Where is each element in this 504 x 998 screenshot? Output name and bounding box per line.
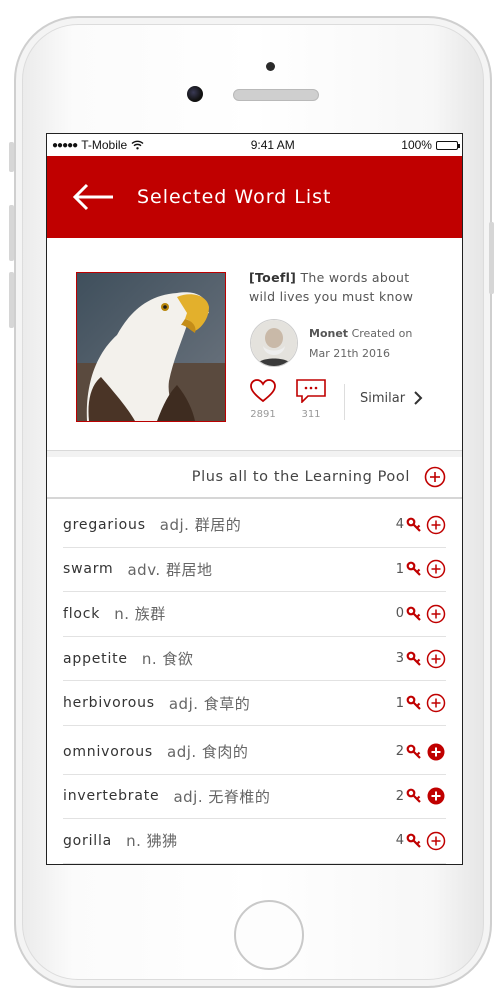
plus-all-button[interactable]: Plus all to the Learning Pool: [47, 451, 462, 499]
word-actions: 1: [396, 559, 446, 579]
heart-icon[interactable]: [250, 379, 276, 403]
word-actions: 0: [396, 604, 446, 624]
key-count: 3: [395, 651, 404, 667]
author-info: Monet Created on Mar 21th 2016: [309, 324, 412, 364]
carrier: T-Mobile: [81, 138, 128, 152]
word-actions: 4: [396, 831, 446, 851]
word-row[interactable]: invertebrate adj. 无脊椎的 2: [63, 775, 446, 820]
plus-circle-icon[interactable]: [426, 604, 446, 624]
word-definition: adj. 群居的: [159, 516, 242, 535]
front-camera: [187, 86, 203, 102]
word-row[interactable]: appetite n. 食欲 3: [63, 637, 446, 682]
word-definition: n. 族群: [114, 605, 166, 624]
arrow-left-icon[interactable]: [71, 182, 115, 212]
word-text[interactable]: appetite: [63, 651, 128, 667]
key-icon: [406, 561, 421, 577]
word-text[interactable]: invertebrate: [63, 788, 159, 804]
signal-icon: ●●●●●: [52, 139, 78, 151]
like-count: 2891: [250, 409, 276, 420]
word-row[interactable]: toiling4: [63, 864, 446, 865]
key-count: 1: [395, 561, 404, 577]
word-row[interactable]: swarm adv. 群居地 1: [63, 548, 446, 593]
plus-circle-icon[interactable]: [426, 649, 446, 669]
word-text[interactable]: swarm: [63, 561, 113, 577]
word-definition: n. 食欲: [141, 650, 194, 669]
mute-switch: [9, 142, 14, 172]
key-count: 1: [395, 695, 404, 711]
chevron-right-icon: [414, 391, 423, 405]
word-actions: 2: [396, 786, 446, 806]
earpiece-speaker: [233, 89, 319, 101]
divider: [344, 384, 345, 420]
word-definition: adj. 食肉的: [167, 743, 249, 762]
key-icon: [406, 606, 421, 621]
word-text[interactable]: flock: [63, 606, 100, 622]
word-row[interactable]: omnivorous adj. 食肉的 2: [63, 726, 446, 775]
status-time: 9:41 AM: [250, 138, 295, 152]
word-actions: 4: [396, 515, 446, 535]
author-avatar[interactable]: [250, 319, 298, 367]
plus-circle-icon[interactable]: [426, 831, 446, 851]
comment-icon[interactable]: [296, 379, 326, 404]
word-list: gregarious adj. 群居的 4 swarm adv. 群居地 1 flock n.…: [47, 499, 462, 865]
key-count: 4: [395, 833, 404, 849]
key-icon: [406, 695, 421, 710]
power-button: [489, 222, 494, 294]
word-row[interactable]: flock n. 族群 0: [63, 592, 446, 637]
app-screen: ●●●●● T-Mobile 9:41 AM 100% Selected Wor…: [46, 133, 463, 865]
word-definition: adj. 食草的: [168, 694, 251, 713]
word-row[interactable]: gorilla n. 狒狒 4: [63, 819, 446, 864]
battery-icon: [435, 140, 460, 150]
word-row[interactable]: gregarious adj. 群居的 4: [63, 499, 446, 548]
key-icon: [406, 744, 421, 759]
word-actions: 1: [396, 693, 446, 713]
list-info-card: [Toefl] The words about wild lives you m…: [47, 238, 462, 451]
list-description: [Toefl] The words about wild lives you m…: [249, 268, 439, 306]
wifi-icon: [131, 140, 144, 150]
like-stat[interactable]: 2891: [243, 379, 283, 420]
plus-circle-icon[interactable]: [426, 559, 446, 579]
plus-all-label: Plus all to the Learning Pool: [191, 469, 410, 485]
word-text[interactable]: gregarious: [63, 517, 146, 533]
comment-count: 311: [301, 409, 321, 420]
similar-button[interactable]: Similar: [360, 390, 423, 406]
status-bar: ●●●●● T-Mobile 9:41 AM 100%: [47, 134, 462, 156]
author-name[interactable]: Monet: [309, 327, 348, 340]
key-count: 4: [395, 517, 404, 533]
created-label: Created on: [351, 327, 413, 340]
word-row[interactable]: herbivorous adj. 食草的 1: [63, 681, 446, 726]
eagle-image: [76, 272, 226, 422]
plus-circle-icon[interactable]: [426, 742, 446, 762]
word-definition: adj. 无脊椎的: [173, 787, 271, 806]
key-icon: [406, 517, 421, 532]
word-text[interactable]: gorilla: [63, 833, 112, 849]
home-button[interactable]: [234, 900, 304, 970]
plus-circle-icon[interactable]: [426, 515, 446, 535]
created-date: Mar 21th 2016: [309, 347, 391, 360]
comment-stat[interactable]: 311: [291, 379, 331, 420]
key-count: 2: [395, 788, 404, 804]
key-count: 2: [395, 744, 404, 760]
word-actions: 3: [396, 649, 446, 669]
list-tag: [Toefl]: [249, 270, 297, 285]
volume-up-button: [9, 205, 14, 261]
volume-down-button: [9, 272, 14, 328]
nav-bar: Selected Word List: [47, 156, 462, 238]
page-title: Selected Word List: [137, 186, 332, 208]
plus-circle-icon[interactable]: [424, 466, 446, 488]
key-icon: [406, 788, 421, 804]
word-definition: adv. 群居地: [127, 560, 213, 579]
word-actions: 2: [396, 742, 446, 762]
plus-circle-icon[interactable]: [426, 786, 446, 806]
proximity-sensor: [266, 62, 275, 71]
key-count: 0: [395, 606, 404, 622]
key-icon: [406, 833, 421, 848]
plus-circle-icon[interactable]: [426, 693, 446, 713]
word-text[interactable]: herbivorous: [63, 695, 155, 711]
word-definition: n. 狒狒: [126, 832, 178, 851]
key-icon: [406, 651, 421, 666]
word-text[interactable]: omnivorous: [63, 744, 153, 760]
similar-label: Similar: [360, 390, 406, 406]
battery-percent: 100%: [401, 138, 432, 152]
